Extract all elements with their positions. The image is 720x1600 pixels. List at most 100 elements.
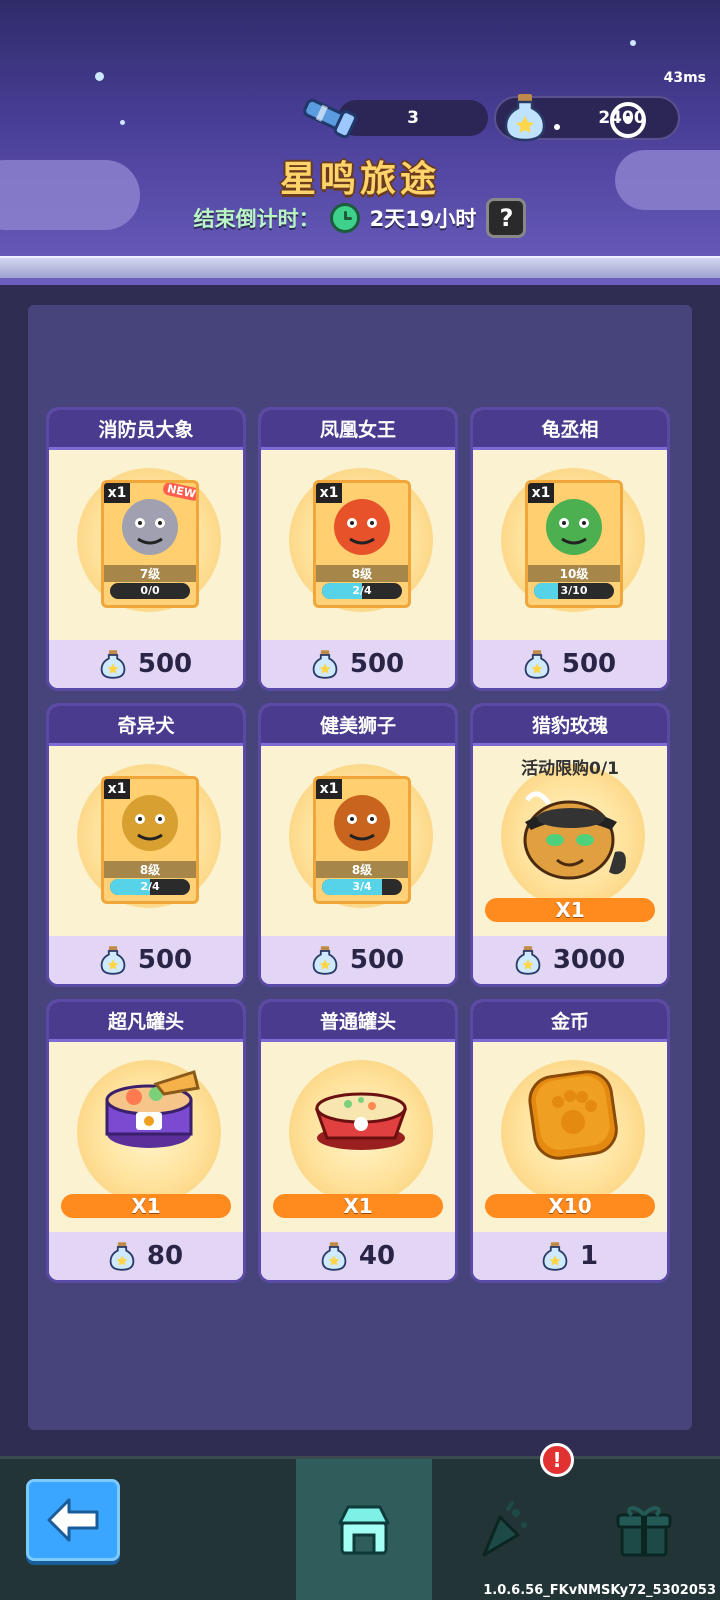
shop-item-card[interactable]: 奇异犬 x1 8级 2/4 500: [46, 703, 246, 987]
hero-count: x1: [104, 483, 130, 503]
bottom-nav: ! 1.0.6.56_FKvNMSKy72_5302053: [0, 1443, 720, 1600]
shop-item-card[interactable]: 金币 X10 1: [470, 999, 670, 1283]
tab-events[interactable]: [436, 1459, 572, 1600]
gold-coin-icon: [518, 1064, 628, 1168]
star-bottle-icon: [100, 649, 126, 679]
hero-card: x1 8级 3/4: [313, 776, 411, 904]
item-quantity: X1: [273, 1194, 443, 1218]
hero-level: 8级: [316, 861, 408, 878]
tab-gifts[interactable]: [576, 1459, 712, 1600]
progress-text: 3/10: [560, 584, 588, 597]
tab-shop[interactable]: [296, 1459, 432, 1600]
price-row[interactable]: 40: [261, 1232, 455, 1280]
header-ledge: [0, 256, 720, 278]
countdown-label: 结束倒计时：: [193, 207, 320, 231]
clock-icon: [329, 203, 360, 233]
item-price: 40: [358, 1241, 396, 1271]
shop-item-card[interactable]: 凤凰女王 x1 8级 2/4 500: [258, 407, 458, 691]
notification-badge: !: [540, 1443, 574, 1477]
price-row[interactable]: 3000: [473, 936, 667, 984]
item-quantity: X1: [485, 898, 655, 922]
hero-count: x1: [316, 779, 342, 799]
item-price: 1: [579, 1241, 599, 1271]
hero-card: x1 10级 3/10: [525, 480, 623, 608]
star-bottle-icon: [524, 649, 550, 679]
item-quantity: X10: [485, 1194, 655, 1218]
hero-card: x1 8级 2/4: [313, 480, 411, 608]
item-name: 消防员大象: [49, 410, 243, 450]
telescope-counter: 3: [338, 100, 488, 136]
item-name: 凤凰女王: [261, 410, 455, 450]
star-decoration: [95, 72, 104, 81]
back-button[interactable]: [26, 1479, 120, 1561]
item-name: 猎豹玫瑰: [473, 706, 667, 746]
hero-count: x1: [528, 483, 554, 503]
price-row[interactable]: 80: [49, 1232, 243, 1280]
hero-level: 7级: [104, 565, 196, 582]
shop-item-card[interactable]: 龟丞相 x1 10级 3/10 500: [470, 407, 670, 691]
item-price: 500: [349, 649, 405, 679]
add-star-bottle-button[interactable]: [610, 102, 646, 138]
hero-level: 10级: [528, 565, 620, 582]
hero-card: x1 8级 2/4: [101, 776, 199, 904]
telescope-count: 3: [407, 108, 419, 128]
item-name: 普通罐头: [261, 1002, 455, 1042]
progress-text: 2/4: [352, 584, 372, 597]
price-row[interactable]: 500: [49, 640, 243, 688]
telescope-icon: [300, 94, 360, 140]
shop-item-card[interactable]: 健美狮子 x1 8级 3/4 500: [258, 703, 458, 987]
price-row[interactable]: 500: [261, 936, 455, 984]
item-name: 奇异犬: [49, 706, 243, 746]
item-price: 500: [561, 649, 617, 679]
item-price: 500: [137, 649, 193, 679]
help-button[interactable]: ?: [486, 198, 527, 238]
price-row[interactable]: 500: [473, 640, 667, 688]
progress-text: 0/0: [140, 584, 160, 597]
star-decoration: [630, 40, 636, 46]
price-row[interactable]: 1: [473, 1232, 667, 1280]
star-bottle-icon: [504, 92, 546, 142]
star-bottle-icon: [321, 1241, 347, 1271]
star-bottle-icon: [312, 649, 338, 679]
version-label: 1.0.6.56_FKvNMSKy72_5302053: [483, 1583, 716, 1598]
purchase-limit: 活动限购0/1: [521, 759, 619, 779]
hero-progress-bar: 2/4: [110, 879, 190, 895]
item-price: 500: [137, 945, 193, 975]
item-name: 龟丞相: [473, 410, 667, 450]
page-title: 星鸣旅途: [279, 159, 440, 200]
shop-item-card[interactable]: 普通罐头 X1 40: [258, 999, 458, 1283]
cheetah-rose-icon: [507, 778, 637, 892]
price-row[interactable]: 500: [49, 936, 243, 984]
add-icon: [624, 116, 632, 124]
super-can-icon: [94, 1064, 204, 1160]
countdown-row: 结束倒计时： 2天19小时 ?: [0, 198, 720, 238]
hero-count: x1: [104, 779, 130, 799]
star-bottle-icon: [100, 945, 126, 975]
hero-progress-bar: 0/0: [110, 583, 190, 599]
shop-item-card[interactable]: 猎豹玫瑰活动限购0/1 X1 3000: [470, 703, 670, 987]
progress-text: 3/4: [352, 880, 372, 893]
ping-display: 43ms: [663, 70, 706, 86]
hero-progress-bar: 2/4: [322, 583, 402, 599]
item-price: 80: [146, 1241, 184, 1271]
hero-progress-bar: 3/4: [322, 879, 402, 895]
dot-separator: [554, 124, 560, 130]
item-name: 超凡罐头: [49, 1002, 243, 1042]
party-popper-icon: [482, 1501, 527, 1557]
star-bottle-icon: [542, 1241, 568, 1271]
shop-item-card[interactable]: 消防员大象 x1 NEW 7级 0/0 500: [46, 407, 246, 691]
shop-panel: 消防员大象 x1 NEW 7级 0/0 500 凤凰女王 x1 8级 2/4 500 龟丞相 x1 10级…: [28, 305, 692, 1430]
item-price: 3000: [552, 945, 626, 975]
item-name: 健美狮子: [261, 706, 455, 746]
shop-item-card[interactable]: 超凡罐头 X1 80: [46, 999, 246, 1283]
gift-icon: [616, 1506, 672, 1557]
back-arrow-icon: [47, 1498, 99, 1542]
price-row[interactable]: 500: [261, 640, 455, 688]
hero-progress-bar: 3/10: [534, 583, 614, 599]
item-quantity: X1: [61, 1194, 231, 1218]
hero-level: 8级: [316, 565, 408, 582]
star-bottle-icon: [312, 945, 338, 975]
item-name: 金币: [473, 1002, 667, 1042]
shop-icon: [338, 1505, 390, 1555]
normal-can-icon: [306, 1064, 416, 1160]
